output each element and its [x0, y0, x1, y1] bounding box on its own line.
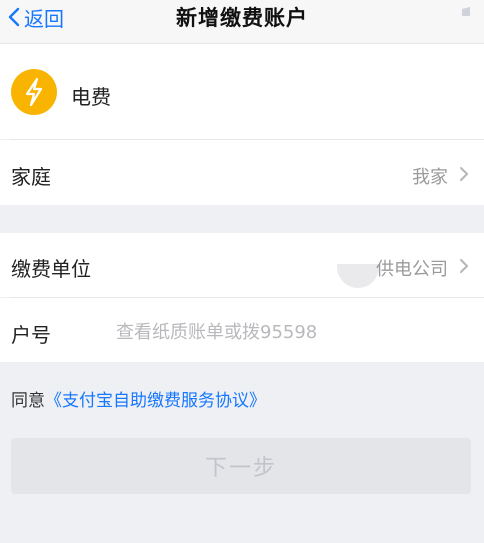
navigation-bar: 返回 新增缴费账户 [0, 0, 484, 44]
agreement-text: 同意《支付宝自助缴费服务协议》 [11, 386, 266, 411]
next-step-button[interactable]: 下一步 [11, 438, 471, 494]
electricity-icon [11, 69, 57, 115]
agreement-prefix: 同意 [11, 391, 45, 411]
chevron-right-icon [460, 167, 468, 181]
bill-type-name: 电费 [71, 85, 111, 109]
chevron-right-icon [460, 259, 468, 273]
payment-unit-label: 缴费单位 [11, 257, 91, 281]
account-number-label: 户号 [11, 323, 51, 347]
lightning-icon [25, 77, 43, 107]
page-title: 新增缴费账户 [176, 6, 308, 30]
payment-unit-value: 供电公司 [376, 259, 448, 280]
corner-mark-icon [462, 7, 470, 16]
family-label: 家庭 [11, 165, 51, 189]
agreement-link[interactable]: 《支付宝自助缴费服务协议》 [45, 391, 266, 411]
account-number-input[interactable] [116, 318, 456, 346]
family-value: 我家 [412, 167, 448, 188]
